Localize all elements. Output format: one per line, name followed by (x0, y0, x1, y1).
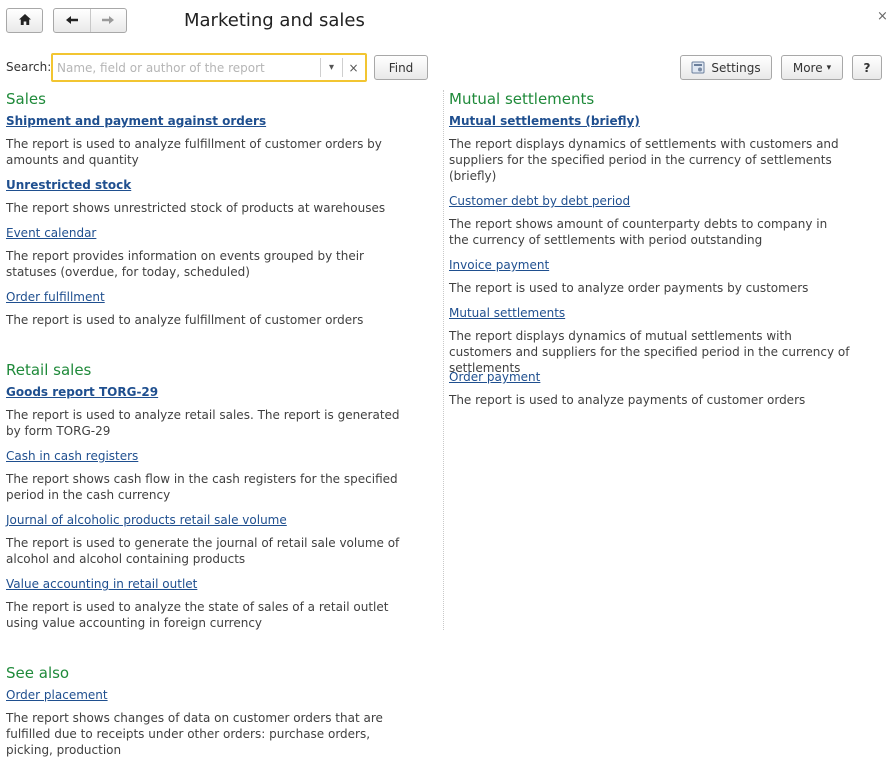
section-title-see-also: See also (6, 664, 70, 682)
report-link[interactable]: Value accounting in retail outlet (6, 577, 197, 591)
report-link[interactable]: Event calendar (6, 226, 96, 240)
report-link[interactable]: Invoice payment (449, 258, 549, 272)
section-title-sales: Sales (6, 90, 46, 108)
report-description: The report is used to analyze payments o… (449, 393, 806, 407)
search-label: Search: (6, 60, 52, 74)
section-title-mutual-settlements: Mutual settlements (449, 90, 595, 108)
report-link[interactable]: Goods report TORG-29 (6, 385, 158, 399)
report-description: The report shows changes of data on cust… (6, 711, 383, 757)
home-icon (18, 13, 32, 29)
find-button-label: Find (388, 60, 414, 75)
report-description: The report is used to analyze the state … (6, 600, 389, 630)
report-description: The report is used to analyze fulfillmen… (6, 313, 364, 327)
report-link[interactable]: Mutual settlements (briefly) (449, 114, 640, 128)
report-description: The report is used to analyze retail sal… (6, 408, 400, 438)
help-button[interactable]: ? (852, 55, 882, 80)
navigation-buttons (53, 8, 127, 33)
report-link[interactable]: Mutual settlements (449, 306, 565, 320)
section-title-retail-sales: Retail sales (6, 361, 92, 379)
report-description: The report shows unrestricted stock of p… (6, 201, 386, 215)
close-icon[interactable]: × (877, 9, 888, 24)
column-divider (443, 90, 444, 630)
more-button[interactable]: More ▾ (781, 55, 843, 80)
forward-button[interactable] (89, 9, 127, 32)
report-description: The report is used to generate the journ… (6, 536, 400, 566)
report-link[interactable]: Cash in cash registers (6, 449, 138, 463)
report-description: The report shows amount of counterparty … (449, 217, 828, 247)
report-description: The report displays dynamics of mutual s… (449, 329, 850, 375)
more-button-label: More (792, 60, 823, 75)
help-icon: ? (863, 60, 871, 75)
chevron-down-icon: ▾ (826, 62, 832, 73)
report-link[interactable]: Journal of alcoholic products retail sal… (6, 513, 287, 527)
page-title: Marketing and sales (184, 10, 365, 31)
back-button[interactable] (54, 9, 90, 32)
report-link[interactable]: Shipment and payment against orders (6, 114, 266, 128)
report-link[interactable]: Customer debt by debt period (449, 194, 630, 208)
report-description: The report is used to analyze order paym… (449, 281, 809, 295)
search-field: ▾ × (51, 53, 367, 82)
report-link[interactable]: Unrestricted stock (6, 178, 131, 192)
report-description: The report is used to analyze fulfillmen… (6, 137, 382, 167)
report-link[interactable]: Order payment (449, 370, 540, 384)
search-input[interactable] (57, 59, 319, 76)
report-link[interactable]: Order placement (6, 688, 108, 702)
home-button[interactable] (6, 8, 43, 33)
report-description: The report provides information on event… (6, 249, 364, 279)
search-clear-button[interactable]: × (342, 58, 364, 77)
find-button[interactable]: Find (374, 55, 428, 80)
settings-button-label: Settings (711, 60, 761, 75)
clear-icon: × (348, 60, 359, 75)
search-dropdown-button[interactable]: ▾ (320, 58, 342, 77)
arrow-right-icon (101, 14, 115, 28)
chevron-down-icon: ▾ (328, 62, 335, 73)
report-description: The report shows cash flow in the cash r… (6, 472, 398, 502)
settings-icon (691, 61, 705, 74)
settings-button[interactable]: Settings (680, 55, 772, 80)
report-link[interactable]: Order fulfillment (6, 290, 105, 304)
arrow-left-icon (65, 14, 79, 28)
report-description: The report displays dynamics of settleme… (449, 137, 839, 183)
